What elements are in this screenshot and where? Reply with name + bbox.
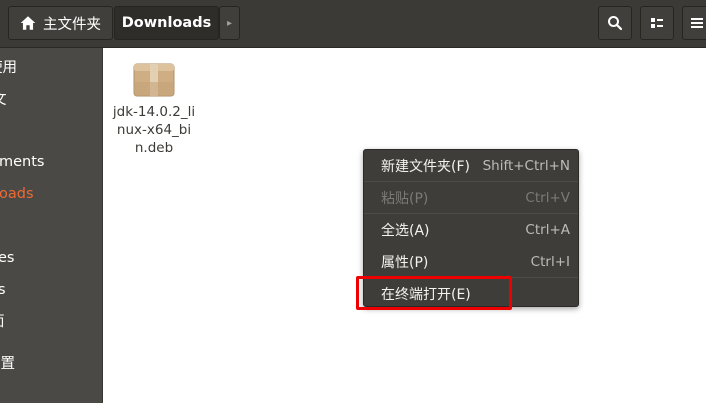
- sidebar-item-other-locations[interactable]: 设置: [0, 353, 15, 375]
- chevron-right-icon: ▸: [226, 17, 233, 29]
- sidebar-item-label: 使用: [0, 60, 17, 76]
- sidebar-item-downloads[interactable]: oads: [0, 183, 34, 205]
- menu-item-shortcut: Ctrl+I: [530, 254, 570, 270]
- breadcrumb-downloads-label: Downloads: [121, 15, 212, 31]
- menu-item-label: 全选(A): [381, 223, 430, 239]
- menu-item-properties[interactable]: 属性(P) Ctrl+I: [364, 246, 578, 278]
- sidebar-item-label: oads: [0, 186, 34, 202]
- sidebar-item-desktop[interactable]: 面: [0, 311, 5, 333]
- menu-item-new-folder[interactable]: 新建文件夹(F) Shift+Ctrl+N: [364, 150, 578, 182]
- menu-item-select-all[interactable]: 全选(A) Ctrl+A: [364, 214, 578, 246]
- sidebar-item-label: 文: [0, 92, 7, 108]
- sidebar-item-label: 设置: [0, 356, 15, 372]
- menu-item-paste[interactable]: 粘贴(P) Ctrl+V: [364, 182, 578, 214]
- app-menu-button[interactable]: [682, 6, 706, 40]
- header-bar: 主文件夹 Downloads ▸: [0, 0, 706, 48]
- sidebar-item-pictures[interactable]: es: [0, 247, 14, 269]
- sidebar-item-home[interactable]: 文: [0, 89, 7, 111]
- archive-package-icon: [133, 63, 175, 97]
- home-icon: [20, 16, 36, 30]
- sidebar-item-videos[interactable]: s: [0, 279, 6, 301]
- sidebar: 使用 文 ments oads es s 面 设置: [0, 48, 103, 403]
- sidebar-item-label: 面: [0, 314, 5, 330]
- menu-item-label: 新建文件夹(F): [381, 159, 470, 175]
- hamburger-menu-icon: [691, 18, 703, 28]
- highlight-annotation-box: [356, 276, 512, 310]
- file-name: jdk-14.0.2_linux-x64_bin.deb: [112, 104, 196, 156]
- menu-item-shortcut: Shift+Ctrl+N: [482, 158, 570, 174]
- menu-item-label: 粘贴(P): [381, 191, 429, 207]
- search-button[interactable]: [598, 6, 632, 40]
- search-icon: [608, 16, 623, 31]
- breadcrumb-downloads[interactable]: Downloads: [114, 6, 219, 40]
- view-toggle-icon: [651, 18, 663, 28]
- menu-item-shortcut: Ctrl+V: [525, 190, 570, 206]
- file-item[interactable]: jdk-14.0.2_linux-x64_bin.deb: [111, 58, 197, 157]
- sidebar-item-documents[interactable]: ments: [0, 151, 44, 173]
- sidebar-item-label: es: [0, 250, 15, 266]
- menu-item-shortcut: Ctrl+A: [525, 222, 570, 238]
- menu-item-label: 属性(P): [381, 255, 429, 271]
- breadcrumb-home-label: 主文件夹: [43, 16, 101, 33]
- breadcrumb-home[interactable]: 主文件夹: [8, 6, 113, 40]
- view-toggle-button[interactable]: [640, 6, 674, 40]
- sidebar-item-recent[interactable]: 使用: [0, 57, 17, 79]
- breadcrumb-forward-button[interactable]: ▸: [219, 6, 240, 40]
- sidebar-item-label: ments: [0, 154, 45, 170]
- sidebar-item-label: s: [0, 282, 6, 298]
